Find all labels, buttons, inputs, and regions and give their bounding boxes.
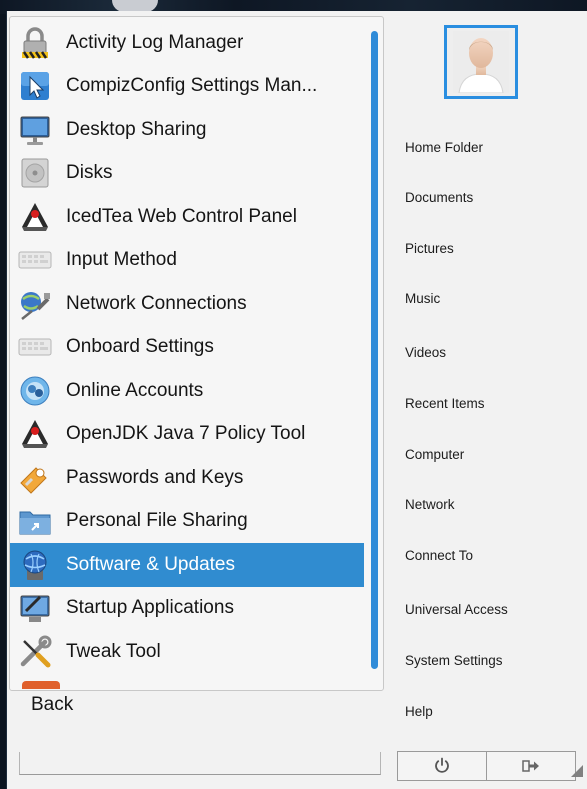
resize-grip[interactable] — [571, 765, 583, 777]
app-item-network-connections[interactable]: Network Connections — [10, 282, 364, 326]
network-plug-icon — [16, 287, 54, 321]
app-item-activity-log-manager[interactable]: Activity Log Manager — [10, 21, 364, 65]
shutdown-button[interactable] — [398, 752, 486, 780]
logout-icon — [522, 760, 539, 772]
place-universal-access[interactable]: Universal Access — [405, 602, 508, 617]
disk-drive-icon — [16, 156, 54, 190]
java-duke-icon — [16, 200, 54, 234]
app-item-label: Network Connections — [66, 292, 247, 314]
monitor-icon — [16, 113, 54, 147]
app-item-label: Activity Log Manager — [66, 31, 244, 53]
app-item-label: Passwords and Keys — [66, 466, 244, 488]
app-item-label: Input Method — [66, 249, 177, 271]
app-item-input-method[interactable]: Input Method — [10, 239, 364, 283]
logout-button[interactable] — [486, 752, 575, 780]
place-documents[interactable]: Documents — [405, 190, 473, 205]
place-recent-items[interactable]: Recent Items — [405, 396, 485, 411]
place-videos[interactable]: Videos — [405, 345, 446, 360]
app-item-label: OpenJDK Java 7 Policy Tool — [66, 423, 306, 445]
application-list-panel: Activity Log Manager CompizConfig Setting… — [9, 16, 384, 691]
keys-icon — [16, 461, 54, 495]
app-item-label: IcedTea Web Control Panel — [66, 205, 297, 227]
place-music[interactable]: Music — [405, 291, 440, 306]
app-item-icedtea-web-control-panel[interactable]: IcedTea Web Control Panel — [10, 195, 364, 239]
java-duke-icon — [16, 417, 54, 451]
app-item-personal-file-sharing[interactable]: Personal File Sharing — [10, 500, 364, 544]
app-item-label: Personal File Sharing — [66, 510, 248, 532]
application-list: Activity Log Manager CompizConfig Setting… — [10, 21, 364, 674]
app-item-label: Desktop Sharing — [66, 118, 207, 140]
app-item-software-updates[interactable]: Software & Updates — [10, 543, 364, 587]
wrench-screwdriver-icon — [16, 635, 54, 669]
app-item-label: CompizConfig Settings Man... — [66, 75, 318, 97]
app-item-label: Software & Updates — [66, 553, 235, 575]
search-input[interactable] — [19, 752, 381, 775]
back-button[interactable]: Back — [31, 694, 73, 716]
app-item-label: Tweak Tool — [66, 640, 161, 662]
keyboard-icon — [16, 330, 54, 364]
app-item-label: Online Accounts — [66, 379, 204, 401]
place-pictures[interactable]: Pictures — [405, 241, 454, 256]
app-list-scrollbar[interactable] — [371, 31, 378, 669]
place-computer[interactable]: Computer — [405, 447, 464, 462]
user-avatar-button[interactable] — [444, 25, 518, 99]
app-item-openjdk-java-7-policy-tool[interactable]: OpenJDK Java 7 Policy Tool — [10, 413, 364, 457]
place-system-settings[interactable]: System Settings — [405, 653, 503, 668]
shared-folder-icon — [16, 504, 54, 538]
power-icon — [435, 757, 449, 773]
compiz-cursor-icon — [16, 69, 54, 103]
app-item-label: Disks — [66, 162, 113, 184]
place-connect-to[interactable]: Connect To — [405, 548, 473, 563]
app-item-desktop-sharing[interactable]: Desktop Sharing — [10, 108, 364, 152]
app-item-passwords-and-keys[interactable]: Passwords and Keys — [10, 456, 364, 500]
user-avatar-icon — [453, 31, 509, 93]
app-item-label: Onboard Settings — [66, 336, 214, 358]
software-globe-icon — [16, 548, 54, 582]
startup-monitor-icon — [16, 591, 54, 625]
app-item-startup-applications[interactable]: Startup Applications — [10, 587, 364, 631]
online-accounts-icon — [16, 374, 54, 408]
partially-visible-app-icon — [22, 681, 60, 689]
keyboard-icon — [16, 243, 54, 277]
power-buttons — [397, 751, 576, 781]
app-item-label: Startup Applications — [66, 597, 234, 619]
app-item-online-accounts[interactable]: Online Accounts — [10, 369, 364, 413]
app-item-onboard-settings[interactable]: Onboard Settings — [10, 326, 364, 370]
padlock-icon — [16, 26, 54, 60]
app-item-tweak-tool[interactable]: Tweak Tool — [10, 630, 364, 674]
place-home-folder[interactable]: Home Folder — [405, 140, 483, 155]
app-item-compizconfig-settings-man[interactable]: CompizConfig Settings Man... — [10, 65, 364, 109]
app-item-disks[interactable]: Disks — [10, 152, 364, 196]
place-help[interactable]: Help — [405, 704, 433, 719]
place-network[interactable]: Network — [405, 497, 455, 512]
